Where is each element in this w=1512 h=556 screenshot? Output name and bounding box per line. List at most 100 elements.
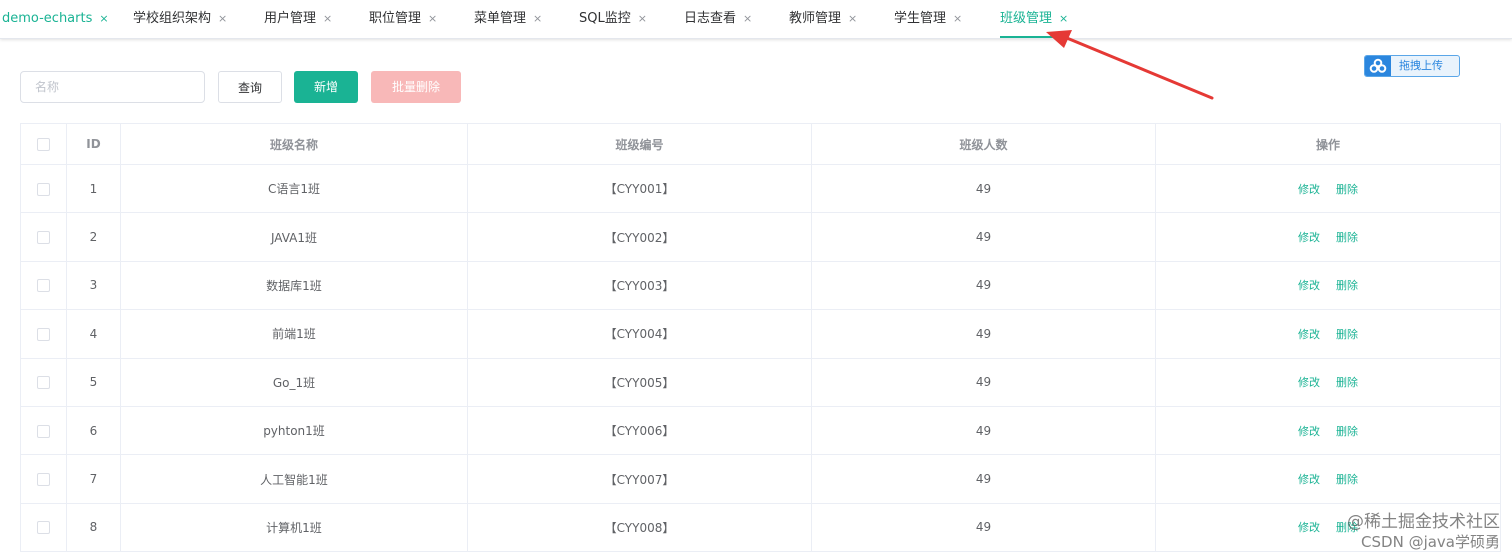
tab-label: demo-echarts — [2, 11, 93, 26]
table-row: 6 pyhton1班 【CYY006】 49 修改 删除 — [20, 405, 1501, 456]
delete-link[interactable]: 删除 — [1336, 473, 1358, 486]
header-class-code: 班级编号 — [467, 123, 812, 165]
cell-class-count: 49 — [811, 212, 1156, 262]
drag-upload-button[interactable]: 拖拽上传 — [1364, 55, 1460, 77]
edit-link[interactable]: 修改 — [1298, 279, 1320, 292]
delete-link[interactable]: 删除 — [1336, 425, 1358, 438]
cell-id: 4 — [66, 309, 121, 359]
cloud-icon — [1365, 56, 1391, 76]
cell-class-name: 人工智能1班 — [120, 454, 468, 504]
tab-bar: demo-echarts × 学校组织架构 × 用户管理 × 职位管理 × 菜单管理 × … — [0, 0, 1512, 39]
cell-class-name: 前端1班 — [120, 309, 468, 359]
cell-id: 5 — [66, 357, 121, 407]
row-checkbox[interactable] — [37, 424, 50, 438]
delete-link[interactable]: 删除 — [1336, 328, 1358, 341]
table-row: 8 计算机1班 【CYY008】 49 修改 删除 — [20, 502, 1501, 553]
row-checkbox[interactable] — [37, 473, 50, 487]
select-all-checkbox[interactable] — [37, 138, 50, 151]
cell-class-count: 49 — [811, 405, 1156, 456]
delete-link[interactable]: 删除 — [1336, 376, 1358, 389]
close-icon[interactable]: × — [743, 12, 752, 25]
query-button[interactable]: 查询 — [218, 71, 282, 103]
tab-label: 菜单管理 — [474, 11, 527, 26]
cell-class-code: 【CYY003】 — [467, 260, 812, 311]
cell-class-code: 【CYY005】 — [467, 357, 812, 407]
edit-link[interactable]: 修改 — [1298, 328, 1320, 341]
tab-menu-management[interactable]: 菜单管理 × — [474, 0, 542, 38]
row-checkbox[interactable] — [37, 376, 50, 390]
edit-link[interactable]: 修改 — [1298, 473, 1320, 486]
tab-school-org[interactable]: 学校组织架构 × — [133, 0, 227, 38]
close-icon[interactable]: × — [218, 12, 227, 25]
table-row: 3 数据库1班 【CYY003】 49 修改 删除 — [20, 260, 1501, 311]
cell-class-name: pyhton1班 — [120, 405, 468, 456]
close-icon[interactable]: × — [848, 12, 857, 25]
tab-student-management[interactable]: 学生管理 × — [894, 0, 962, 38]
close-icon[interactable]: × — [638, 12, 647, 25]
tab-position-management[interactable]: 职位管理 × — [369, 0, 437, 38]
cell-class-code: 【CYY006】 — [467, 405, 812, 456]
batch-delete-button[interactable]: 批量删除 — [371, 71, 461, 103]
row-checkbox[interactable] — [37, 231, 50, 245]
header-class-name: 班级名称 — [120, 123, 468, 165]
cell-class-code: 【CYY007】 — [467, 454, 812, 504]
annotation-arrow-icon — [1046, 30, 1214, 100]
cell-class-name: Go_1班 — [120, 357, 468, 407]
tab-label: SQL监控 — [579, 11, 631, 26]
tab-demo-echarts[interactable]: demo-echarts × — [2, 0, 109, 38]
header-class-count: 班级人数 — [811, 123, 1156, 165]
name-search-input[interactable] — [20, 71, 205, 103]
tab-teacher-management[interactable]: 教师管理 × — [789, 0, 857, 38]
tab-user-management[interactable]: 用户管理 × — [264, 0, 332, 38]
delete-link[interactable]: 删除 — [1336, 231, 1358, 244]
row-checkbox[interactable] — [37, 182, 50, 196]
tab-label: 用户管理 — [264, 11, 317, 26]
cell-class-name: C语言1班 — [120, 163, 468, 214]
close-icon[interactable]: × — [428, 12, 437, 25]
delete-link[interactable]: 删除 — [1336, 183, 1358, 196]
close-icon[interactable]: × — [1059, 12, 1068, 25]
cell-class-code: 【CYY002】 — [467, 212, 812, 262]
cell-class-count: 49 — [811, 502, 1156, 553]
tab-log-view[interactable]: 日志查看 × — [684, 0, 752, 38]
cell-id: 7 — [66, 454, 121, 504]
close-icon[interactable]: × — [953, 12, 962, 25]
cell-class-code: 【CYY008】 — [467, 502, 812, 553]
table-header-row: ID 班级名称 班级编号 班级人数 操作 — [20, 123, 1501, 165]
cell-class-name: 计算机1班 — [120, 502, 468, 553]
tab-label: 日志查看 — [684, 11, 737, 26]
delete-link[interactable]: 删除 — [1336, 521, 1358, 534]
tab-label: 学生管理 — [894, 11, 947, 26]
class-table: ID 班级名称 班级编号 班级人数 操作 1 C语言1班 【CYY001】 49… — [20, 123, 1501, 553]
tab-sql-monitor[interactable]: SQL监控 × — [579, 0, 647, 38]
edit-link[interactable]: 修改 — [1298, 376, 1320, 389]
add-button[interactable]: 新增 — [294, 71, 358, 103]
table-row: 4 前端1班 【CYY004】 49 修改 删除 — [20, 309, 1501, 359]
delete-link[interactable]: 删除 — [1336, 279, 1358, 292]
header-operations: 操作 — [1155, 123, 1501, 165]
row-checkbox[interactable] — [37, 327, 50, 341]
tab-label: 教师管理 — [789, 11, 842, 26]
edit-link[interactable]: 修改 — [1298, 425, 1320, 438]
cell-class-count: 49 — [811, 260, 1156, 311]
edit-link[interactable]: 修改 — [1298, 183, 1320, 196]
row-checkbox[interactable] — [37, 279, 50, 293]
select-all-cell — [20, 123, 67, 165]
header-id: ID — [66, 123, 121, 165]
close-icon[interactable]: × — [99, 12, 108, 25]
table-row: 1 C语言1班 【CYY001】 49 修改 删除 — [20, 163, 1501, 214]
cell-class-count: 49 — [811, 357, 1156, 407]
edit-link[interactable]: 修改 — [1298, 231, 1320, 244]
tab-label: 班级管理 — [1000, 11, 1053, 26]
tab-label: 学校组织架构 — [133, 11, 212, 26]
cell-class-name: 数据库1班 — [120, 260, 468, 311]
edit-link[interactable]: 修改 — [1298, 521, 1320, 534]
cell-id: 2 — [66, 212, 121, 262]
cell-id: 3 — [66, 260, 121, 311]
table-row: 7 人工智能1班 【CYY007】 49 修改 删除 — [20, 454, 1501, 504]
row-checkbox[interactable] — [37, 521, 50, 535]
close-icon[interactable]: × — [323, 12, 332, 25]
close-icon[interactable]: × — [533, 12, 542, 25]
cell-class-count: 49 — [811, 309, 1156, 359]
cell-class-count: 49 — [811, 454, 1156, 504]
